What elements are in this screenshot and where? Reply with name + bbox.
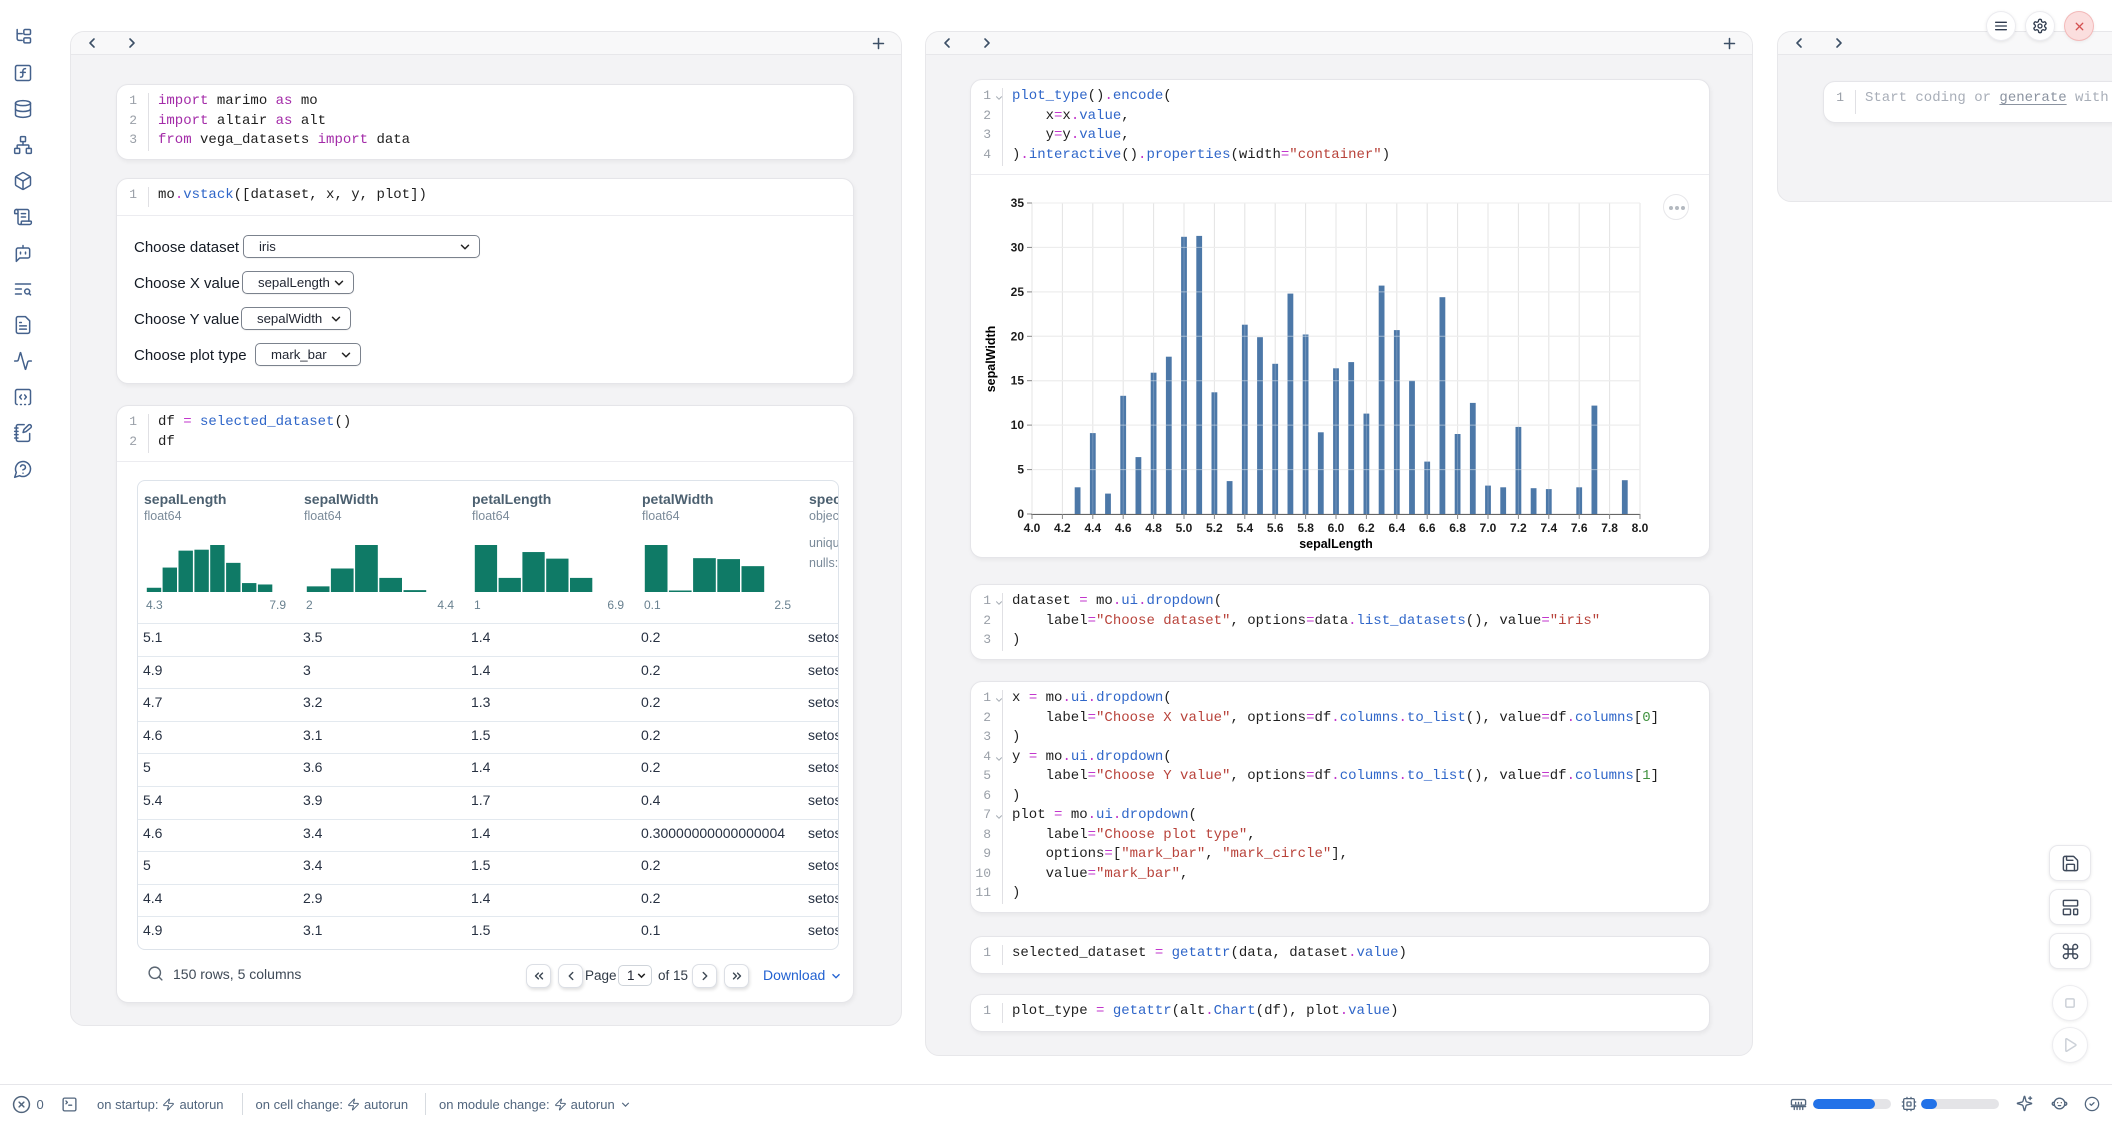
- svg-text:6.8: 6.8: [1449, 521, 1466, 535]
- svg-text:5.0: 5.0: [1176, 521, 1193, 535]
- svg-text:6.4: 6.4: [1388, 521, 1405, 535]
- svg-text:sepalLength: sepalLength: [1299, 537, 1373, 551]
- svg-text:7.2: 7.2: [1510, 521, 1527, 535]
- svg-text:5.6: 5.6: [1267, 521, 1284, 535]
- svg-text:5: 5: [1017, 463, 1024, 477]
- svg-text:6.0: 6.0: [1328, 521, 1345, 535]
- svg-text:15: 15: [1011, 374, 1025, 388]
- svg-text:4.4: 4.4: [1084, 521, 1101, 535]
- svg-text:4.8: 4.8: [1145, 521, 1162, 535]
- svg-text:5.4: 5.4: [1236, 521, 1253, 535]
- svg-text:5.2: 5.2: [1206, 521, 1223, 535]
- svg-text:7.6: 7.6: [1571, 521, 1588, 535]
- svg-text:25: 25: [1011, 285, 1025, 299]
- svg-text:sepalWidth: sepalWidth: [984, 326, 998, 393]
- svg-text:35: 35: [1011, 196, 1025, 210]
- svg-text:4.6: 4.6: [1115, 521, 1132, 535]
- svg-text:6.6: 6.6: [1419, 521, 1436, 535]
- svg-text:4.0: 4.0: [1024, 521, 1041, 535]
- svg-text:7.4: 7.4: [1540, 521, 1557, 535]
- svg-text:7.0: 7.0: [1480, 521, 1497, 535]
- svg-text:0: 0: [1017, 507, 1024, 521]
- svg-text:8.0: 8.0: [1632, 521, 1649, 535]
- svg-text:30: 30: [1011, 240, 1025, 254]
- svg-text:20: 20: [1011, 329, 1025, 343]
- svg-text:5.8: 5.8: [1297, 521, 1314, 535]
- svg-text:10: 10: [1011, 418, 1025, 432]
- svg-text:7.8: 7.8: [1601, 521, 1618, 535]
- svg-text:6.2: 6.2: [1358, 521, 1375, 535]
- svg-text:4.2: 4.2: [1054, 521, 1071, 535]
